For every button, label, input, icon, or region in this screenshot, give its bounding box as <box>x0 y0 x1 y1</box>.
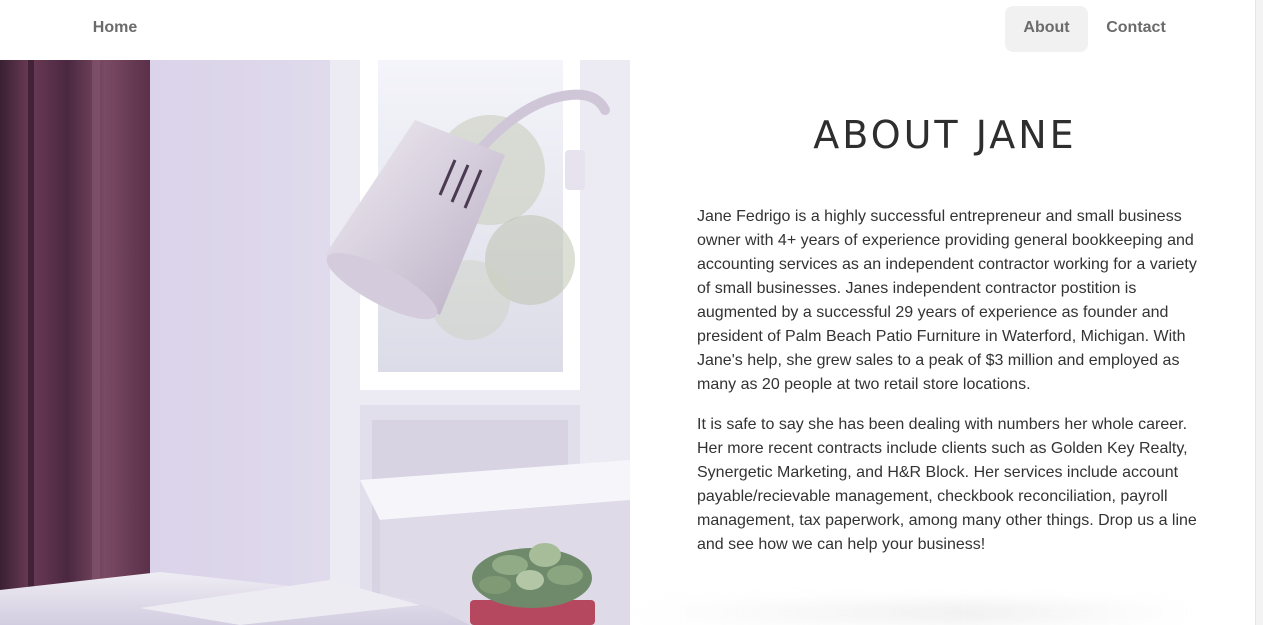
page: Home About Contact ABOUT JANE Jane Fedri… <box>0 0 1263 625</box>
nav-link-about[interactable]: About <box>1005 6 1088 52</box>
desk-lamp-photo <box>0 60 630 625</box>
nav-link-home[interactable]: Home <box>76 6 154 52</box>
about-paragraph-2: It is safe to say she has been dealing w… <box>697 416 1197 553</box>
nav-link-contact[interactable]: Contact <box>1096 6 1176 52</box>
top-navigation: Home About Contact <box>0 0 1256 60</box>
scrollbar-track[interactable] <box>1255 0 1263 625</box>
page-title: ABOUT JANE <box>813 113 1077 157</box>
about-content: ABOUT JANE Jane Fedrigo is a highly succ… <box>630 60 1256 625</box>
about-paragraph-1: Jane Fedrigo is a highly successful entr… <box>697 208 1197 393</box>
section-shadow <box>630 601 1190 625</box>
